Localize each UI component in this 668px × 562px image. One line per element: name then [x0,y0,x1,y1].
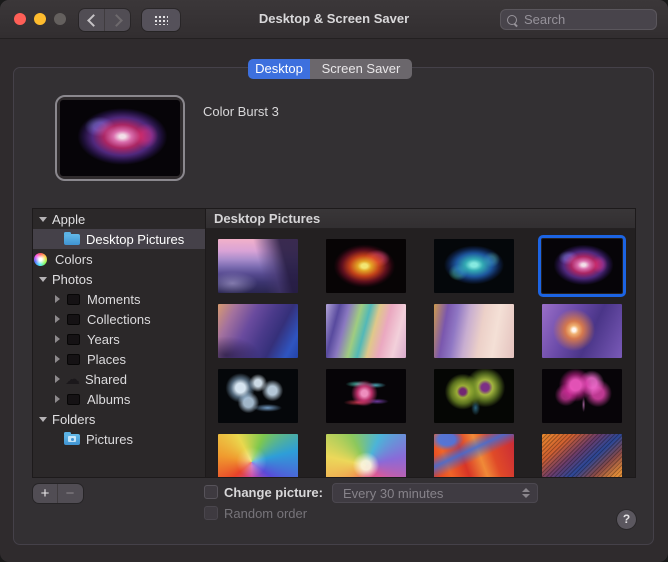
group-label: Photos [52,271,93,287]
sidebar-item-label: Pictures [86,431,133,447]
search-field[interactable] [500,9,657,30]
wallpaper-thumb-burst-blue[interactable] [434,239,514,293]
wallpaper-thumb-flower-2[interactable] [326,369,406,423]
wallpaper-thumb-rainbow-4[interactable] [542,434,622,477]
sidebar-group-folders[interactable]: Folders [33,409,205,429]
tab-screen-saver[interactable]: Screen Saver [310,59,412,79]
random-order-checkbox[interactable] [204,506,218,520]
album-icon [67,313,80,325]
sidebar-item-collections[interactable]: Collections [33,309,205,329]
wallpaper-thumb-burst-red[interactable] [326,239,406,293]
wallpaper-thumb-abstract-2[interactable] [326,304,406,358]
disclosure-closed-icon[interactable] [55,395,60,403]
sidebar-item-label: Moments [87,291,141,307]
album-icon [67,293,80,305]
sidebar-item-pictures[interactable]: Pictures [33,429,205,449]
interval-popup-button[interactable]: Every 30 minutes [332,483,538,503]
color-wheel-icon [34,252,47,266]
random-order-label: Random order [224,506,308,521]
album-icon [67,353,80,365]
sidebar-item-label: Colors [55,251,93,267]
disclosure-closed-icon[interactable] [55,315,60,323]
sidebar-item-shared[interactable]: ☁ Shared [33,369,205,389]
wallpaper-thumb-abstract-3[interactable] [434,304,514,358]
wallpaper-thumb-flower-3[interactable] [434,369,514,423]
disclosure-closed-icon[interactable] [55,375,60,383]
wallpaper-thumb-abstract-4[interactable] [542,304,622,358]
current-wallpaper-preview [60,100,180,176]
pictures-folder-icon [64,431,80,445]
popup-chevrons-icon [522,488,530,498]
sidebar-item-desktop-pictures[interactable]: Desktop Pictures [33,229,205,249]
sidebar-item-label: Shared [85,371,127,387]
add-remove-segmented-control: + − [33,484,83,503]
sidebar-item-albums[interactable]: Albums [33,389,205,409]
interval-value: Every 30 minutes [343,485,444,501]
disclosure-open-icon[interactable] [39,216,47,222]
wallpaper-thumb-flower-4[interactable] [542,369,622,423]
disclosure-open-icon[interactable] [39,276,47,282]
add-folder-button[interactable]: + [33,484,57,503]
sidebar-item-moments[interactable]: Moments [33,289,205,309]
album-icon [67,393,80,405]
group-label: Folders [52,411,96,427]
title-bar: Desktop & Screen Saver [0,0,668,39]
help-button[interactable]: ? [617,510,636,529]
sidebar-item-label: Desktop Pictures [86,231,185,247]
sidebar-item-label: Places [87,351,127,367]
preferences-window: Desktop & Screen Saver Desktop Screen Sa… [0,0,668,562]
wallpaper-thumb-rainbow-1[interactable] [218,434,298,477]
change-picture-checkbox[interactable] [204,485,218,499]
disclosure-closed-icon[interactable] [55,335,60,343]
sidebar-item-label: Collections [87,311,151,327]
sidebar-group-apple[interactable]: Apple [33,209,205,229]
current-wallpaper-name: Color Burst 3 [203,104,279,119]
remove-folder-button[interactable]: − [57,484,82,503]
sidebar-group-photos[interactable]: Photos [33,269,205,289]
source-sidebar: Apple Desktop Pictures Colors Photos Mom… [33,209,206,477]
search-icon [507,14,517,25]
source-split-view: Apple Desktop Pictures Colors Photos Mom… [32,208,636,478]
wallpaper-thumb-flower-1[interactable] [218,369,298,423]
sidebar-item-label: Albums [87,391,131,407]
wallpaper-thumb-sierra[interactable] [218,239,298,293]
grid-header: Desktop Pictures [206,209,635,229]
disclosure-open-icon[interactable] [39,416,47,422]
wallpaper-thumb-rainbow-2[interactable] [326,434,406,477]
sidebar-item-years[interactable]: Years [33,329,205,349]
group-label: Apple [52,211,86,227]
cloud-icon: ☁ [65,369,80,388]
wallpaper-thumb-rainbow-3[interactable] [434,434,514,477]
disclosure-closed-icon[interactable] [55,295,60,303]
sidebar-item-colors[interactable]: Colors [33,249,205,269]
wallpaper-grid-pane: Desktop Pictures [206,209,635,477]
search-input[interactable] [522,11,656,28]
tab-desktop[interactable]: Desktop [248,59,310,79]
album-icon [67,333,80,345]
change-picture-label: Change picture: [224,485,323,500]
folder-icon [64,231,80,245]
disclosure-closed-icon[interactable] [55,355,60,363]
wallpaper-thumb-abstract-1[interactable] [218,304,298,358]
wallpaper-thumb-color-burst-3[interactable] [538,235,626,297]
sidebar-item-label: Years [87,331,120,347]
sidebar-item-places[interactable]: Places [33,349,205,369]
